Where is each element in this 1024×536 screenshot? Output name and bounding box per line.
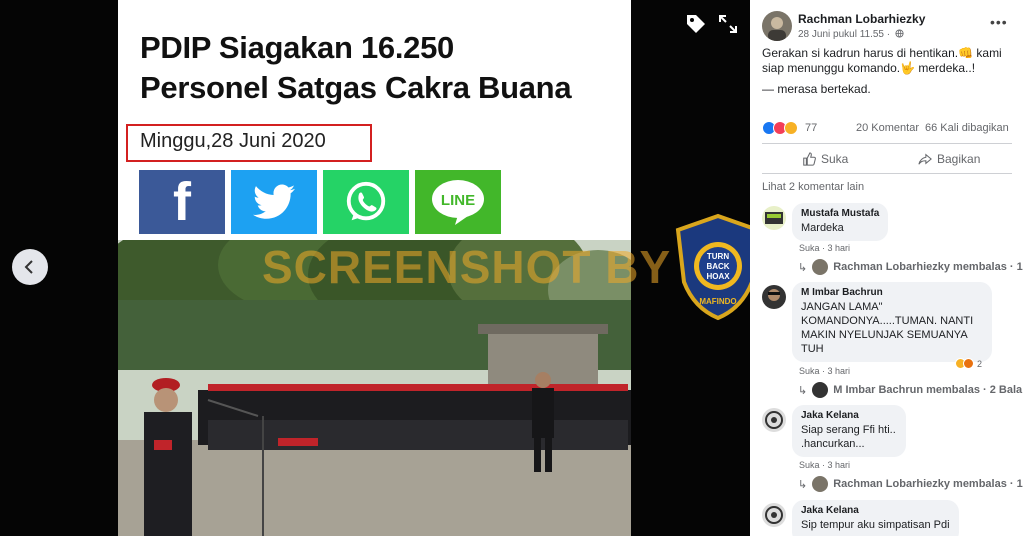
whatsapp-icon xyxy=(346,181,386,221)
like-button[interactable]: Suka xyxy=(802,152,848,166)
twitter-bird-icon xyxy=(253,184,295,219)
reply-arrow-icon: ↳ xyxy=(798,478,808,491)
reply-text: Rachman Lobarhiezky membalas · 1 xyxy=(833,261,1023,273)
author-avatar[interactable] xyxy=(762,11,792,41)
reply-text: M Imbar Bachrun membalas · 2 Bala xyxy=(833,384,1023,396)
chevron-left-icon xyxy=(24,260,33,274)
badge-logo-line3: HOAX xyxy=(706,272,730,281)
commenter-avatar[interactable] xyxy=(762,503,786,527)
comment-text: JANGAN LAMA" KOMANDONYA.....TUMAN. NANTI… xyxy=(801,301,974,355)
reply-arrow-icon: ↳ xyxy=(798,261,808,274)
share-arrow-icon xyxy=(918,153,932,165)
divider xyxy=(762,143,1012,144)
view-more-comments-link[interactable]: Lihat 2 komentar lain xyxy=(762,181,864,193)
headline-line-2: Personel Satgas Cakra Buana xyxy=(140,70,572,105)
comment-bubble: Mustafa Mustafa Mardeka xyxy=(792,203,889,241)
comment-meta[interactable]: Suka · 3 hari xyxy=(799,366,850,376)
commenter-name[interactable]: Jaka Kelana xyxy=(801,410,897,421)
twitter-share-button xyxy=(231,170,317,234)
post-author-name[interactable]: Rachman Lobarhiezky xyxy=(798,12,925,26)
commenter-name[interactable]: M Imbar Bachrun xyxy=(801,287,983,298)
facebook-share-button: f xyxy=(139,170,225,234)
whatsapp-share-button xyxy=(323,170,409,234)
shares-count[interactable]: 66 Kali dibagikan xyxy=(925,122,1009,134)
commenter-avatar[interactable] xyxy=(762,206,786,230)
post-text: Gerakan si kadrun harus di hentikan.👊 ka… xyxy=(762,46,1002,75)
like-label: Suka xyxy=(821,152,849,166)
commenter-name[interactable]: Mustafa Mustafa xyxy=(801,208,879,219)
comment-text: Sip tempur aku simpatisan Pdi xyxy=(801,519,950,531)
article-date: Minggu,28 Juni 2020 xyxy=(140,130,326,152)
comment-bubble: M Imbar Bachrun JANGAN LAMA" KOMANDONYA.… xyxy=(792,282,992,362)
line-share-button: LINE xyxy=(415,170,501,234)
screenshot-watermark: SCREENSHOT BY xyxy=(262,241,672,293)
photo-viewer: PDIP Siagakan 16.250 Personel Satgas Cak… xyxy=(0,0,750,536)
previous-photo-button[interactable] xyxy=(12,249,48,285)
commenter-avatar[interactable] xyxy=(762,408,786,432)
reply-avatar xyxy=(812,259,829,275)
comment-reaction-count: 2 xyxy=(977,358,983,369)
more-dots-icon[interactable]: ••• xyxy=(990,14,1008,30)
badge-org: MAFINDO xyxy=(699,297,736,306)
commenter-avatar[interactable] xyxy=(762,285,786,309)
thumbs-up-icon xyxy=(803,152,816,166)
article-headline: PDIP Siagakan 16.250 Personel Satgas Cak… xyxy=(140,28,620,108)
share-button[interactable]: Bagikan xyxy=(918,152,980,166)
line-chat-icon: LINE xyxy=(432,180,484,225)
comment-reactions[interactable]: 2 xyxy=(955,358,982,369)
reaction-count: 77 xyxy=(805,122,818,134)
comments-count[interactable]: 20 Komentar xyxy=(856,122,919,134)
reaction-summary[interactable]: 77 xyxy=(762,121,817,135)
reply-avatar xyxy=(812,382,829,398)
reply-link[interactable]: ↳ M Imbar Bachrun membalas · 2 Bala xyxy=(798,382,1022,398)
share-label: Bagikan xyxy=(937,152,981,166)
reply-arrow-icon: ↳ xyxy=(798,384,808,397)
comment-bubble: Jaka Kelana Siap serang Ffi hti.. .hancu… xyxy=(792,405,906,457)
post-panel: Rachman Lobarhiezky 28 Juni pukul 11.55 … xyxy=(750,0,1024,536)
headline-line-1: PDIP Siagakan 16.250 xyxy=(140,30,454,65)
post-time-text[interactable]: 28 Juni pukul 11.55 · xyxy=(798,29,890,40)
reply-link[interactable]: ↳ Rachman Lobarhiezky membalas · 1 xyxy=(798,476,1023,492)
divider xyxy=(762,173,1012,174)
line-label: LINE xyxy=(441,192,475,209)
globe-icon xyxy=(895,29,904,38)
comment-bubble: Jaka Kelana Sip tempur aku simpatisan Pd… xyxy=(792,500,959,536)
post-feeling: — merasa bertekad. xyxy=(762,82,871,96)
facebook-icon: f xyxy=(173,172,191,232)
expand-icon[interactable] xyxy=(716,12,740,36)
comment-meta[interactable]: Suka · 3 hari xyxy=(799,243,850,253)
comment-text: Siap serang Ffi hti.. .hancurkan... xyxy=(801,424,896,450)
angry-reaction-icon xyxy=(963,358,974,369)
badge-logo-line1: TURN xyxy=(707,252,729,261)
reply-link[interactable]: ↳ Rachman Lobarhiezky membalas · 1 xyxy=(798,259,1023,275)
mafindo-badge-logo: TURN BACK HOAX MAFINDO xyxy=(675,213,750,321)
badge-logo-line2: BACK xyxy=(706,262,729,271)
reply-text: Rachman Lobarhiezky membalas · 1 xyxy=(833,478,1023,490)
commenter-name[interactable]: Jaka Kelana xyxy=(801,505,950,516)
post-timestamp[interactable]: 28 Juni pukul 11.55 · xyxy=(798,29,904,40)
wow-reaction-icon xyxy=(784,121,798,135)
comment-text: Mardeka xyxy=(801,222,844,234)
tag-icon[interactable] xyxy=(684,12,708,36)
reply-avatar xyxy=(812,476,829,492)
comment-meta[interactable]: Suka · 3 hari xyxy=(799,460,850,470)
